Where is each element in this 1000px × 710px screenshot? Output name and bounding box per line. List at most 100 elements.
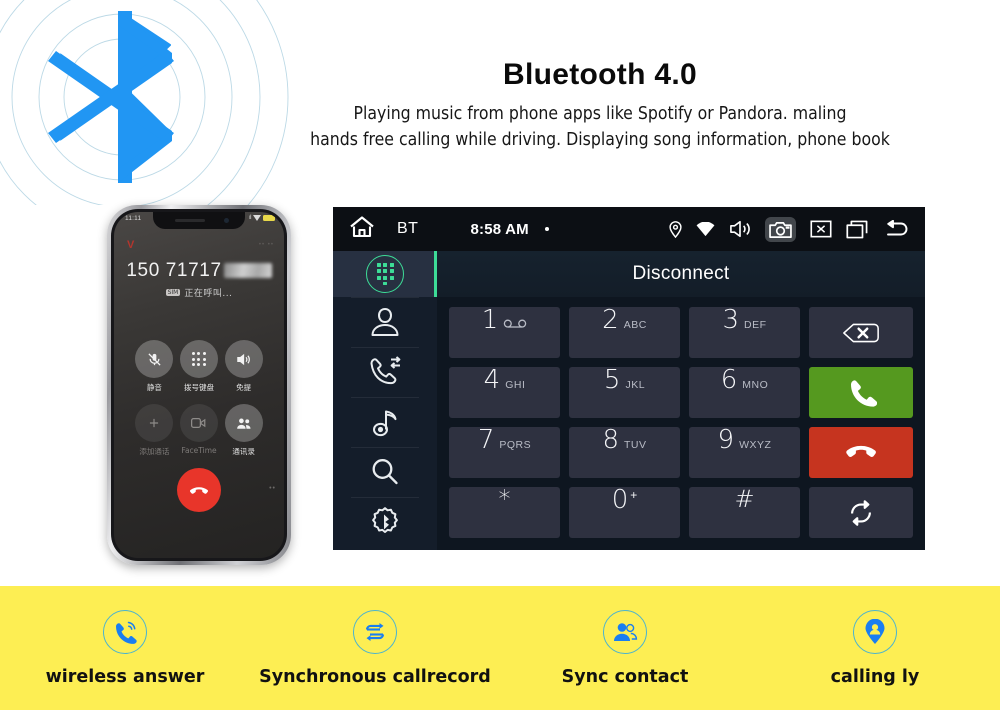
dial-key-4[interactable]: 4 GHI (449, 367, 560, 418)
subtitle-line-1: Playing music from phone apps like Spoti… (353, 104, 847, 124)
phone-screen: 11:11 ıl V •• •• 150 71717 SIM 正在呼叫... 静… (114, 212, 284, 558)
sidebar-item-search[interactable] (333, 447, 437, 497)
feature-wireless-answer-label: wireless answer (45, 666, 205, 687)
dial-key-4-letters: GHI (505, 379, 526, 391)
topbar-icon-group (669, 216, 911, 242)
feature-calling-ly-label: calling ly (830, 666, 920, 687)
dial-key-9[interactable]: 9 WXYZ (689, 427, 800, 478)
head-unit-body: Disconnect 1 2 ABC 3 DEF 4 GHI 5 JKL 6 M… (333, 251, 925, 550)
feature-sync-contact-label: Sync contact (561, 666, 689, 687)
phone-keypad-button[interactable]: 拨号键盘 (177, 340, 222, 393)
phone-status-icons: ıl (249, 215, 275, 221)
head-unit-screen: BT 8:58 AM Disconnect 1 2 ABC 3 DEF 4 GH… (333, 207, 925, 550)
feature-sync-contact[interactable]: Sync contact (500, 609, 750, 687)
dial-key-0-number: 0 (611, 485, 629, 515)
speaker-icon (224, 340, 263, 378)
caller-location-icon (853, 609, 897, 654)
bluetooth-gear-icon (372, 507, 398, 533)
feature-banner: wireless answer Synchronous callrecord S… (0, 586, 1000, 710)
dial-key-8-letters: TUV (624, 439, 647, 451)
dial-key-2[interactable]: 2 ABC (569, 307, 680, 358)
close-box-icon[interactable] (810, 220, 832, 238)
front-camera-icon (224, 218, 229, 223)
page-title: Bluetooth 4.0 (503, 58, 697, 91)
back-icon[interactable] (885, 220, 911, 238)
phone-contacts-label: 通讯录 (232, 447, 255, 456)
backspace-button[interactable] (809, 307, 913, 358)
dial-key-7[interactable]: 7 PQRS (449, 427, 560, 478)
home-icon[interactable] (349, 215, 375, 244)
status-dot (544, 227, 549, 231)
contact-person-icon (371, 308, 399, 336)
music-note-icon (373, 410, 397, 437)
phone-end-call-button[interactable] (177, 468, 221, 512)
sync-switch-icon (851, 499, 871, 526)
signal-icon: ıl (249, 215, 252, 221)
sidebar-item-contacts[interactable] (333, 297, 437, 347)
phone-top-right-mark: •• •• (258, 242, 274, 248)
dial-key-7-number: 7 (477, 425, 495, 455)
hangup-icon (846, 445, 876, 457)
phone-mockup: 11:11 ıl V •• •• 150 71717 SIM 正在呼叫... 静… (107, 205, 291, 565)
sim-badge: SIM (165, 289, 181, 296)
phone-speaker-button[interactable]: 免提 (221, 340, 266, 393)
dialpad-keys: 1 2 ABC 3 DEF 4 GHI 5 JKL 6 MNO 7 PQRS 8… (449, 307, 800, 538)
facetime-icon (179, 404, 218, 442)
dial-key-star[interactable]: * (449, 487, 560, 538)
dial-key-5[interactable]: 5 JKL (569, 367, 680, 418)
location-icon[interactable] (669, 220, 682, 238)
phone-call-actions: 静音 拨号键盘 免提 添加通话 FaceTime 通讯录 (114, 340, 284, 457)
dial-key-7-letters: PQRS (499, 439, 532, 451)
feature-calling-ly[interactable]: calling ly (750, 609, 1000, 687)
search-icon (372, 459, 398, 485)
sidebar-item-dialer[interactable] (333, 251, 437, 297)
wifi-icon (253, 215, 261, 221)
dial-key-8[interactable]: 8 TUV (569, 427, 680, 478)
dial-key-hash-symbol: # (734, 485, 755, 513)
sidebar-item-music[interactable] (333, 397, 437, 447)
head-unit-main: Disconnect 1 2 ABC 3 DEF 4 GHI 5 JKL 6 M… (437, 251, 925, 550)
dialed-number: 150 71717 (114, 260, 284, 282)
sidebar-item-bluetooth-settings[interactable] (333, 497, 437, 547)
volume-icon[interactable] (729, 219, 751, 239)
audio-source-label: BT (397, 220, 419, 237)
dial-key-3[interactable]: 3 DEF (689, 307, 800, 358)
phone-side-mark: •• (269, 485, 276, 492)
dial-key-9-letters: WXYZ (739, 439, 772, 451)
bluetooth-connection-status[interactable]: Disconnect (437, 251, 925, 297)
switch-audio-button[interactable] (809, 487, 913, 538)
phone-notch (153, 212, 245, 229)
dial-key-hash[interactable]: # (689, 487, 800, 538)
dial-key-6-number: 6 (720, 365, 738, 395)
phone-contacts-button[interactable]: 通讯录 (221, 404, 266, 457)
sidebar-item-call-history[interactable] (333, 347, 437, 397)
feature-wireless-answer[interactable]: wireless answer (0, 609, 250, 687)
dial-call-button[interactable] (809, 367, 913, 418)
wifi-icon[interactable] (696, 221, 715, 237)
dial-key-9-number: 9 (717, 425, 735, 455)
dial-key-2-number: 2 (602, 305, 619, 335)
dial-key-1[interactable]: 1 (449, 307, 560, 358)
phone-mute-button[interactable]: 静音 (132, 340, 177, 393)
call-icon (851, 379, 877, 407)
phone-add-call-button[interactable]: 添加通话 (132, 404, 177, 457)
screenshot-camera-icon[interactable] (765, 216, 796, 242)
feature-synchronous-callrecord[interactable]: Synchronous callrecord (250, 609, 500, 687)
sync-loop-icon (353, 609, 397, 654)
recent-apps-icon[interactable] (846, 220, 871, 239)
hangup-button[interactable] (809, 427, 913, 478)
feature-synchronous-callrecord-label: Synchronous callrecord (259, 666, 491, 687)
phone-facetime-label: FaceTime (181, 446, 217, 455)
dial-key-3-letters: DEF (744, 319, 767, 331)
dial-key-8-number: 8 (602, 425, 620, 455)
call-transfer-icon (370, 356, 401, 385)
dial-key-0[interactable]: 0 + (569, 487, 680, 538)
headline-block: Bluetooth 4.0 Playing music from phone a… (200, 56, 1000, 153)
head-unit-sidebar (333, 251, 437, 550)
dial-key-6[interactable]: 6 MNO (689, 367, 800, 418)
dial-key-0-plus: + (630, 488, 638, 502)
phone-facetime-button[interactable]: FaceTime (177, 404, 222, 457)
phone-bezel: 11:11 ıl V •• •• 150 71717 SIM 正在呼叫... 静… (111, 209, 287, 561)
masked-digits (223, 263, 272, 278)
contacts-icon (224, 404, 263, 442)
